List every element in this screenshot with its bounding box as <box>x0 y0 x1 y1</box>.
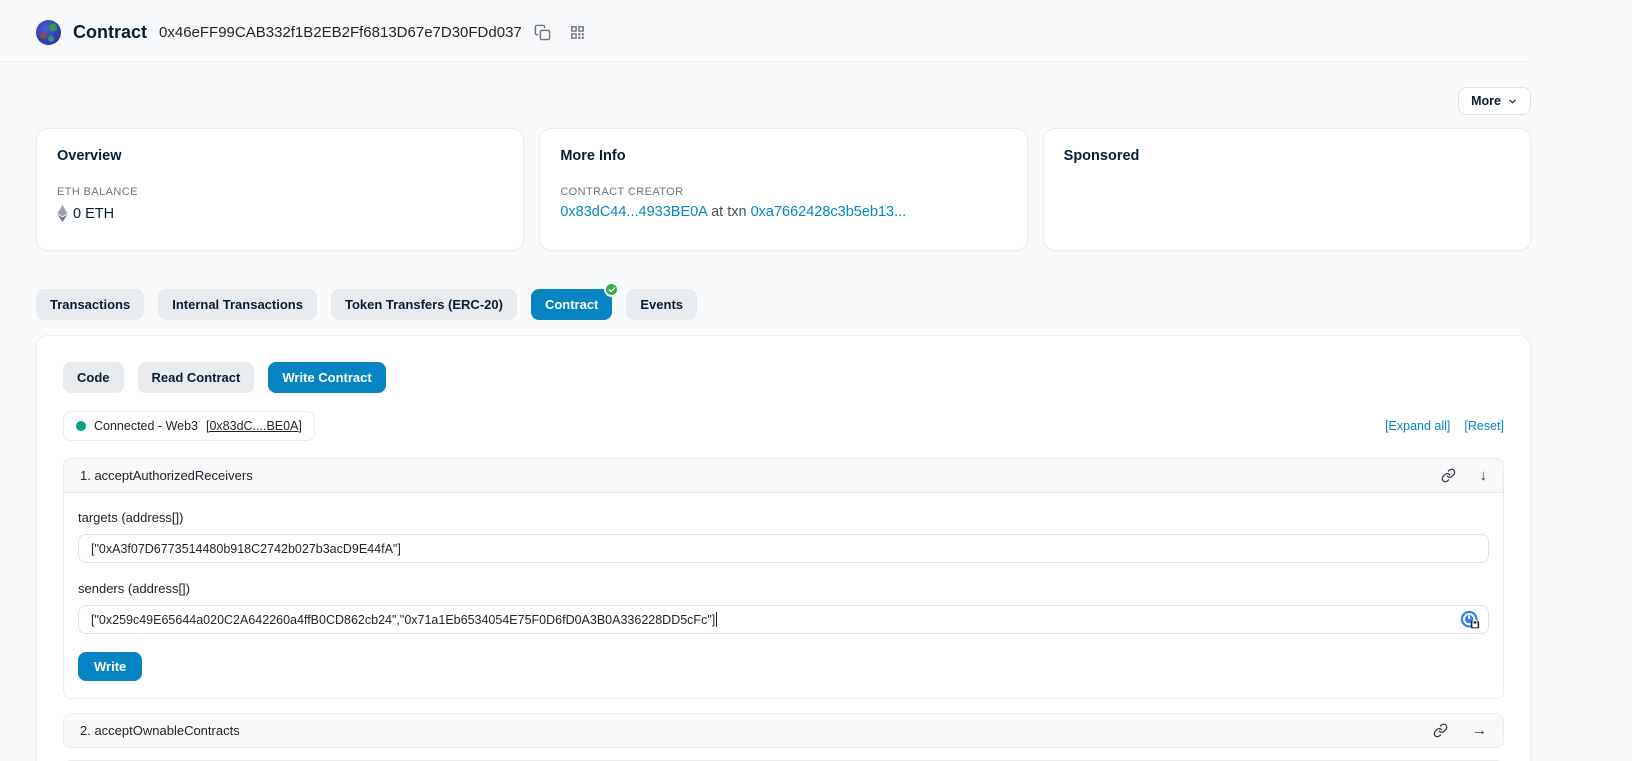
sponsored-card: Sponsored <box>1043 128 1531 251</box>
main-tabs: Transactions Internal Transactions Token… <box>36 289 1531 320</box>
subtab-write-contract[interactable]: Write Contract <box>268 362 385 393</box>
more-button-label: More <box>1471 94 1501 108</box>
connection-status: Connected - Web3 [0x83dC....BE0A] <box>63 411 315 441</box>
tab-events[interactable]: Events <box>626 289 697 320</box>
at-txn-text: at txn <box>711 204 746 220</box>
more-info-card: More Info CONTRACT CREATOR 0x83dC44...49… <box>539 128 1027 251</box>
overview-card-title: Overview <box>57 148 503 164</box>
creation-txn-link[interactable]: 0xa7662428c3b5eb13... <box>751 204 907 220</box>
expand-all-link[interactable]: [Expand all] <box>1385 419 1450 433</box>
contract-panel: Code Read Contract Write Contract Connec… <box>36 335 1531 761</box>
method-accept-ownable-contracts: 2. acceptOwnableContracts → <box>63 713 1504 748</box>
chevron-down-icon <box>1507 96 1518 107</box>
creator-address-link[interactable]: 0x83dC44...4933BE0A <box>560 204 707 220</box>
text-caret <box>716 612 717 627</box>
targets-input[interactable] <box>78 534 1489 563</box>
reset-link[interactable]: [Reset] <box>1464 419 1504 433</box>
copy-icon[interactable] <box>534 24 551 41</box>
more-info-card-title: More Info <box>560 148 1006 164</box>
subtab-code[interactable]: Code <box>63 362 124 393</box>
link-icon[interactable] <box>1441 468 1456 483</box>
method-1-header[interactable]: 1. acceptAuthorizedReceivers ↓ <box>64 459 1503 492</box>
eth-icon <box>57 205 68 222</box>
contract-address: 0x46eFF99CAB332f1B2EB2Ff6813D67e7D30FDd0… <box>159 24 522 41</box>
expand-arrow-icon[interactable]: → <box>1472 723 1487 738</box>
qr-code-icon[interactable] <box>569 24 586 41</box>
tab-contract[interactable]: Contract <box>531 289 612 320</box>
connected-dot-icon <box>76 421 86 431</box>
write-button[interactable]: Write <box>78 652 142 681</box>
tab-transactions[interactable]: Transactions <box>36 289 144 320</box>
password-manager-icon[interactable] <box>1460 610 1480 630</box>
info-cards: Overview ETH BALANCE 0 ETH More Info CON… <box>36 128 1531 251</box>
sponsored-card-title: Sponsored <box>1064 148 1510 164</box>
collapse-arrow-icon[interactable]: ↓ <box>1480 468 1488 483</box>
more-button[interactable]: More <box>1458 87 1531 115</box>
toolbar-row: More <box>36 87 1531 115</box>
check-icon <box>604 282 619 297</box>
subtab-read-contract[interactable]: Read Contract <box>138 362 255 393</box>
method-2-title: 2. acceptOwnableContracts <box>80 723 240 738</box>
connection-status-text: Connected - Web3 <box>94 419 198 433</box>
contract-creator-label: CONTRACT CREATOR <box>560 186 1006 198</box>
eth-balance-label: ETH BALANCE <box>57 186 503 198</box>
page-title: Contract <box>73 22 147 43</box>
link-icon[interactable] <box>1433 723 1448 738</box>
targets-label: targets (address[]) <box>78 510 1489 525</box>
method-2-header[interactable]: 2. acceptOwnableContracts → <box>64 714 1503 747</box>
tab-internal-transactions[interactable]: Internal Transactions <box>158 289 317 320</box>
senders-label: senders (address[]) <box>78 581 1489 596</box>
contract-page: Contract 0x46eFF99CAB332f1B2EB2Ff6813D67… <box>0 0 1632 761</box>
method-1-title: 1. acceptAuthorizedReceivers <box>80 468 253 483</box>
contract-avatar <box>36 20 61 45</box>
contract-subtabs: Code Read Contract Write Contract <box>63 362 1504 393</box>
eth-balance-value: 0 ETH <box>73 206 114 222</box>
senders-input[interactable]: ["0x259c49E65644a020C2A642260a4ffB0CD862… <box>78 605 1489 634</box>
overview-card: Overview ETH BALANCE 0 ETH <box>36 128 524 251</box>
tab-token-transfers[interactable]: Token Transfers (ERC-20) <box>331 289 517 320</box>
connected-wallet-link[interactable]: [0x83dC....BE0A] <box>206 419 302 433</box>
page-header: Contract 0x46eFF99CAB332f1B2EB2Ff6813D67… <box>0 0 1531 62</box>
method-accept-authorized-receivers: 1. acceptAuthorizedReceivers ↓ targets (… <box>63 458 1504 699</box>
